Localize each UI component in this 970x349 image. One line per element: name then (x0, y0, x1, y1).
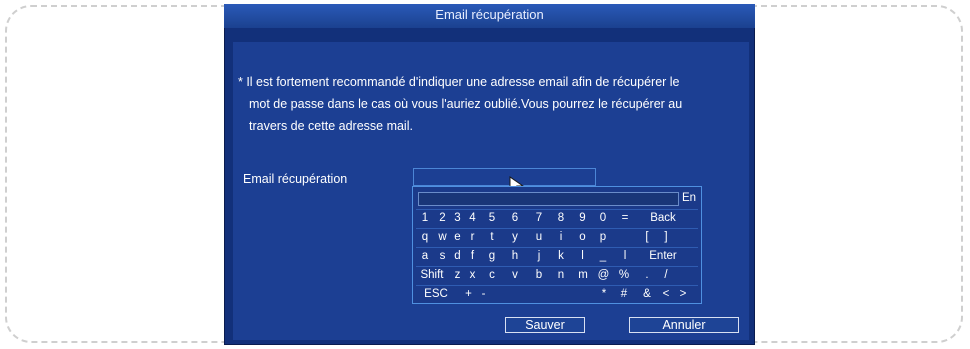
notice-line-3: travers de cette adresse mail. (249, 119, 413, 133)
keyboard-key[interactable]: j (529, 248, 549, 264)
keyboard-language-toggle[interactable]: En (682, 192, 696, 204)
notice-text: * Il est fortement recommandé d'indiquer… (238, 71, 758, 137)
email-recovery-dialog: Email récupération * Il est fortement re… (224, 4, 755, 345)
keyboard-key[interactable]: Shift (416, 267, 448, 283)
keyboard-key[interactable]: k (551, 248, 571, 264)
keyboard-key[interactable]: t (482, 229, 502, 245)
keyboard-key[interactable]: i (551, 229, 571, 245)
keyboard-grid-line (416, 285, 698, 286)
keyboard-grid-line (416, 228, 698, 229)
keyboard-key[interactable]: 8 (551, 210, 571, 226)
email-field[interactable] (413, 168, 596, 186)
keyboard-key[interactable]: / (657, 267, 675, 283)
keyboard-key[interactable]: s (435, 248, 450, 264)
keyboard-key[interactable]: y (505, 229, 525, 245)
keyboard-key[interactable]: h (505, 248, 525, 264)
keyboard-key[interactable]: n (551, 267, 571, 283)
keyboard-key[interactable]: < (657, 286, 675, 302)
cancel-button[interactable]: Annuler (629, 317, 739, 333)
keyboard-input[interactable] (418, 192, 679, 206)
email-label: Email récupération (243, 172, 348, 186)
keyboard-key[interactable]: m (573, 267, 593, 283)
keyboard-key[interactable]: u (529, 229, 549, 245)
keyboard-key[interactable]: 6 (505, 210, 525, 226)
keyboard-key[interactable]: . (638, 267, 656, 283)
keyboard-key[interactable]: b (529, 267, 549, 283)
keyboard-key[interactable]: * (595, 286, 613, 302)
keyboard-key[interactable]: g (482, 248, 502, 264)
keyboard-key[interactable]: e (450, 229, 465, 245)
keyboard-row: Shift z x c v b n m @%. / (416, 267, 702, 283)
keyboard-key[interactable]: Back (638, 210, 688, 226)
keyboard-key[interactable]: f (465, 248, 480, 264)
keyboard-row: a s d f g h j k l _ l Enter (416, 248, 702, 264)
notice-line-2: mot de passe dans le cas où vous l'aurie… (249, 97, 683, 111)
keyboard-key[interactable]: 1 (416, 210, 434, 226)
save-button[interactable]: Sauver (505, 317, 585, 333)
keyboard-key[interactable]: 7 (529, 210, 549, 226)
keyboard-key[interactable]: d (450, 248, 465, 264)
keyboard-key (521, 286, 536, 302)
keyboard-key (491, 286, 506, 302)
keyboard-key[interactable]: # (614, 286, 634, 302)
keyboard-key[interactable]: % (614, 267, 634, 283)
keyboard-key[interactable]: z (450, 267, 465, 283)
keyboard-key[interactable]: q (416, 229, 434, 245)
keyboard-key[interactable]: 5 (482, 210, 502, 226)
virtual-keyboard: En 1 2 3 4 5 6 7 8 9 0 = Back q w e r t y u i o p[] a s d f g h j k l _… (412, 186, 702, 304)
keyboard-key[interactable]: l (614, 248, 636, 264)
keyboard-key[interactable]: x (465, 267, 480, 283)
keyboard-key[interactable]: o (573, 229, 592, 245)
keyboard-key[interactable]: 0 (594, 210, 612, 226)
keyboard-key (536, 286, 551, 302)
keyboard-key[interactable]: > (674, 286, 692, 302)
keyboard-key[interactable]: @ (594, 267, 613, 283)
keyboard-key[interactable]: 3 (450, 210, 465, 226)
keyboard-key (506, 286, 521, 302)
keyboard-key[interactable]: - (476, 286, 491, 302)
keyboard-key[interactable]: 9 (573, 210, 592, 226)
keyboard-key[interactable]: [ (638, 229, 656, 245)
keyboard-row: 1 2 3 4 5 6 7 8 9 0 = Back (416, 210, 702, 226)
keyboard-key[interactable]: c (482, 267, 502, 283)
keyboard-key[interactable]: l (573, 248, 592, 264)
keyboard-grid-line (416, 266, 698, 267)
keyboard-key[interactable]: & (638, 286, 656, 302)
keyboard-key[interactable]: a (416, 248, 434, 264)
dialog-title: Email récupération (224, 4, 755, 28)
keyboard-key[interactable]: 4 (465, 210, 480, 226)
keyboard-row: ESC + - * # & < > (416, 286, 702, 302)
keyboard-grid-line (416, 209, 698, 210)
keyboard-grid-line (416, 247, 698, 248)
keyboard-key[interactable]: ESC (416, 286, 456, 302)
keyboard-key[interactable]: _ (594, 248, 612, 264)
keyboard-key[interactable]: ] (657, 229, 675, 245)
notice-line-1: * Il est fortement recommandé d'indiquer… (238, 75, 680, 89)
keyboard-key[interactable]: v (505, 267, 525, 283)
keyboard-row: q w e r t y u i o p [] (416, 229, 702, 245)
keyboard-key[interactable]: r (465, 229, 480, 245)
keyboard-key[interactable]: = (614, 210, 636, 226)
keyboard-key[interactable]: Enter (638, 248, 688, 264)
keyboard-key[interactable]: 2 (435, 210, 450, 226)
keyboard-key[interactable]: w (435, 229, 450, 245)
keyboard-key[interactable]: + (461, 286, 476, 302)
keyboard-key (614, 229, 634, 245)
keyboard-key[interactable]: p (594, 229, 612, 245)
